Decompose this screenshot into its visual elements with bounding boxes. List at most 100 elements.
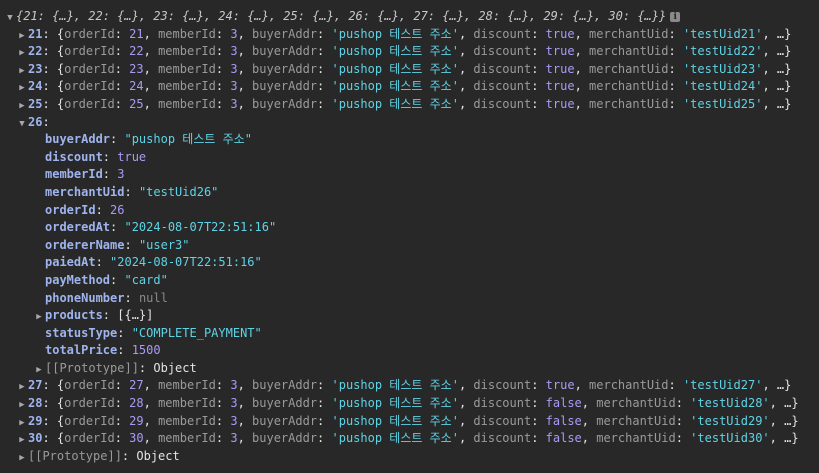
discount-value: false <box>545 431 582 446</box>
collapse-triangle-icon[interactable]: ▶ <box>16 28 28 44</box>
order-id-value: 30 <box>129 431 144 446</box>
property-row: ordererName: "user3" <box>45 237 190 252</box>
property-row: memberId: 3 <box>45 167 125 182</box>
field-label: buyerAddr <box>252 96 318 111</box>
expanded-entry-row[interactable]: ▼ 26: <box>0 114 819 132</box>
merchant-uid-value: 'testUid21' <box>682 26 763 41</box>
property-value: "2024-08-07T22:51:16" <box>110 255 262 270</box>
prototype-label: [[Prototype]] <box>28 448 122 463</box>
ellipsis: …} <box>776 79 792 94</box>
field-label: merchantUid <box>596 413 676 428</box>
order-id-value: 23 <box>129 61 144 76</box>
field-label: buyerAddr <box>252 396 318 411</box>
property-name: phoneNumber <box>45 290 125 305</box>
collapsed-entry-row[interactable]: ▶ 30: {orderId: 30, memberId: 3, buyerAdd… <box>0 430 819 448</box>
property-name: ordererName <box>45 237 125 252</box>
property-name: discount <box>45 149 103 164</box>
property-row: payMethod: "card" <box>45 272 168 287</box>
field-label: orderId <box>64 378 115 393</box>
discount-value: true <box>545 79 575 94</box>
member-id-value: 3 <box>230 96 238 111</box>
property-name: orderedAt <box>45 220 111 235</box>
property-row: paiedAt: "2024-08-07T22:51:16" <box>45 255 262 270</box>
order-id-value: 24 <box>129 79 144 94</box>
prototype-row[interactable]: ▶ [[Prototype]]: Object <box>0 360 819 378</box>
merchant-uid-value: 'testUid30' <box>690 431 770 446</box>
field-label: memberId <box>158 413 216 428</box>
collapse-triangle-icon[interactable]: ▶ <box>16 379 28 395</box>
property-value: true <box>117 149 147 164</box>
field-label: orderId <box>64 44 115 59</box>
property-row: buyerAddr: "pushop 테스트 주소" <box>45 132 252 147</box>
field-label: memberId <box>158 44 216 59</box>
field-label: merchantUid <box>589 26 669 41</box>
discount-value: false <box>545 396 582 411</box>
field-label: memberId <box>158 79 216 94</box>
collapse-triangle-icon[interactable]: ▶ <box>16 80 28 96</box>
member-id-value: 3 <box>230 413 238 428</box>
field-label: orderId <box>64 26 115 41</box>
collapsed-entry-row[interactable]: ▶ 29: {orderId: 29, memberId: 3, buyerAdd… <box>0 413 819 431</box>
property-name: payMethod <box>45 272 111 287</box>
collapsed-entry-row[interactable]: ▶ 27: {orderId: 27, memberId: 3, buyerAdd… <box>0 377 819 395</box>
collapse-triangle-icon[interactable]: ▶ <box>33 362 45 378</box>
property-name: memberId <box>45 167 103 182</box>
merchant-uid-value: 'testUid22' <box>682 44 763 59</box>
field-label: discount <box>473 378 532 393</box>
root-object-line[interactable]: ▼ {21: {…}, 22: {…}, 23: {…}, 24: {…}, 25… <box>0 8 819 26</box>
discount-value: true <box>545 378 575 393</box>
products-row[interactable]: ▶ products: [{…}] <box>0 307 819 325</box>
discount-value: true <box>545 61 575 76</box>
collapse-triangle-icon[interactable]: ▶ <box>16 45 28 61</box>
collapsed-entry-row[interactable]: ▶ 24: {orderId: 24, memberId: 3, buyerAdd… <box>0 78 819 96</box>
ellipsis: …} <box>776 96 792 111</box>
property-name: paiedAt <box>45 255 96 270</box>
root-summary: {21: {…}, 22: {…}, 23: {…}, 24: {…}, 25:… <box>16 9 667 23</box>
field-label: merchantUid <box>589 61 669 76</box>
prototype-value: Object <box>153 360 197 375</box>
buyer-addr-value: 'pushop 테스트 주소' <box>331 396 459 411</box>
order-id-value: 27 <box>129 378 144 393</box>
expand-triangle-icon[interactable]: ▼ <box>16 116 28 132</box>
member-id-value: 3 <box>230 431 238 446</box>
buyer-addr-value: 'pushop 테스트 주소' <box>331 431 459 446</box>
field-label: merchantUid <box>596 431 676 446</box>
buyer-addr-value: 'pushop 테스트 주소' <box>331 413 459 428</box>
collapse-triangle-icon[interactable]: ▶ <box>16 415 28 431</box>
property-value: "testUid26" <box>138 184 219 199</box>
buyer-addr-value: 'pushop 테스트 주소' <box>331 61 459 76</box>
field-label: orderId <box>64 79 115 94</box>
collapse-triangle-icon[interactable]: ▶ <box>16 98 28 114</box>
field-label: buyerAddr <box>252 413 318 428</box>
ellipsis: …} <box>776 44 792 59</box>
member-id-value: 3 <box>230 396 238 411</box>
field-label: orderId <box>64 413 115 428</box>
collapse-triangle-icon[interactable]: ▶ <box>16 397 28 413</box>
products-preview: [{…}] <box>117 308 154 323</box>
field-label: discount <box>473 396 532 411</box>
collapsed-entry-row[interactable]: ▶ 22: {orderId: 22, memberId: 3, buyerAdd… <box>0 43 819 61</box>
field-label: discount <box>473 79 532 94</box>
entry-key: 23 <box>28 61 43 76</box>
property-value: 1500 <box>131 343 161 358</box>
property-value: "pushop 테스트 주소" <box>124 132 252 147</box>
field-label: memberId <box>158 378 216 393</box>
entry-key: 21 <box>28 26 43 41</box>
property-row: phoneNumber: null <box>45 290 168 305</box>
merchant-uid-value: 'testUid23' <box>682 61 763 76</box>
collapsed-entry-row[interactable]: ▶ 21: {orderId: 21, memberId: 3, buyerAdd… <box>0 26 819 44</box>
collapse-triangle-icon[interactable]: ▶ <box>33 309 45 325</box>
collapse-triangle-icon[interactable]: ▶ <box>16 63 28 79</box>
root-prototype-row[interactable]: ▶ [[Prototype]]: Object <box>0 448 819 466</box>
collapsed-entry-row[interactable]: ▶ 25: {orderId: 25, memberId: 3, buyerAdd… <box>0 96 819 114</box>
member-id-value: 3 <box>230 378 238 393</box>
merchant-uid-value: 'testUid25' <box>682 96 763 111</box>
collapsed-entry-row[interactable]: ▶ 28: {orderId: 28, memberId: 3, buyerAdd… <box>0 395 819 413</box>
collapse-triangle-icon[interactable]: ▶ <box>16 450 28 466</box>
field-label: orderId <box>64 431 115 446</box>
collapse-triangle-icon[interactable]: ▶ <box>16 432 28 448</box>
merchant-uid-value: 'testUid24' <box>682 79 763 94</box>
expand-triangle-icon[interactable]: ▼ <box>4 10 16 26</box>
field-label: buyerAddr <box>252 79 318 94</box>
collapsed-entry-row[interactable]: ▶ 23: {orderId: 23, memberId: 3, buyerAdd… <box>0 61 819 79</box>
